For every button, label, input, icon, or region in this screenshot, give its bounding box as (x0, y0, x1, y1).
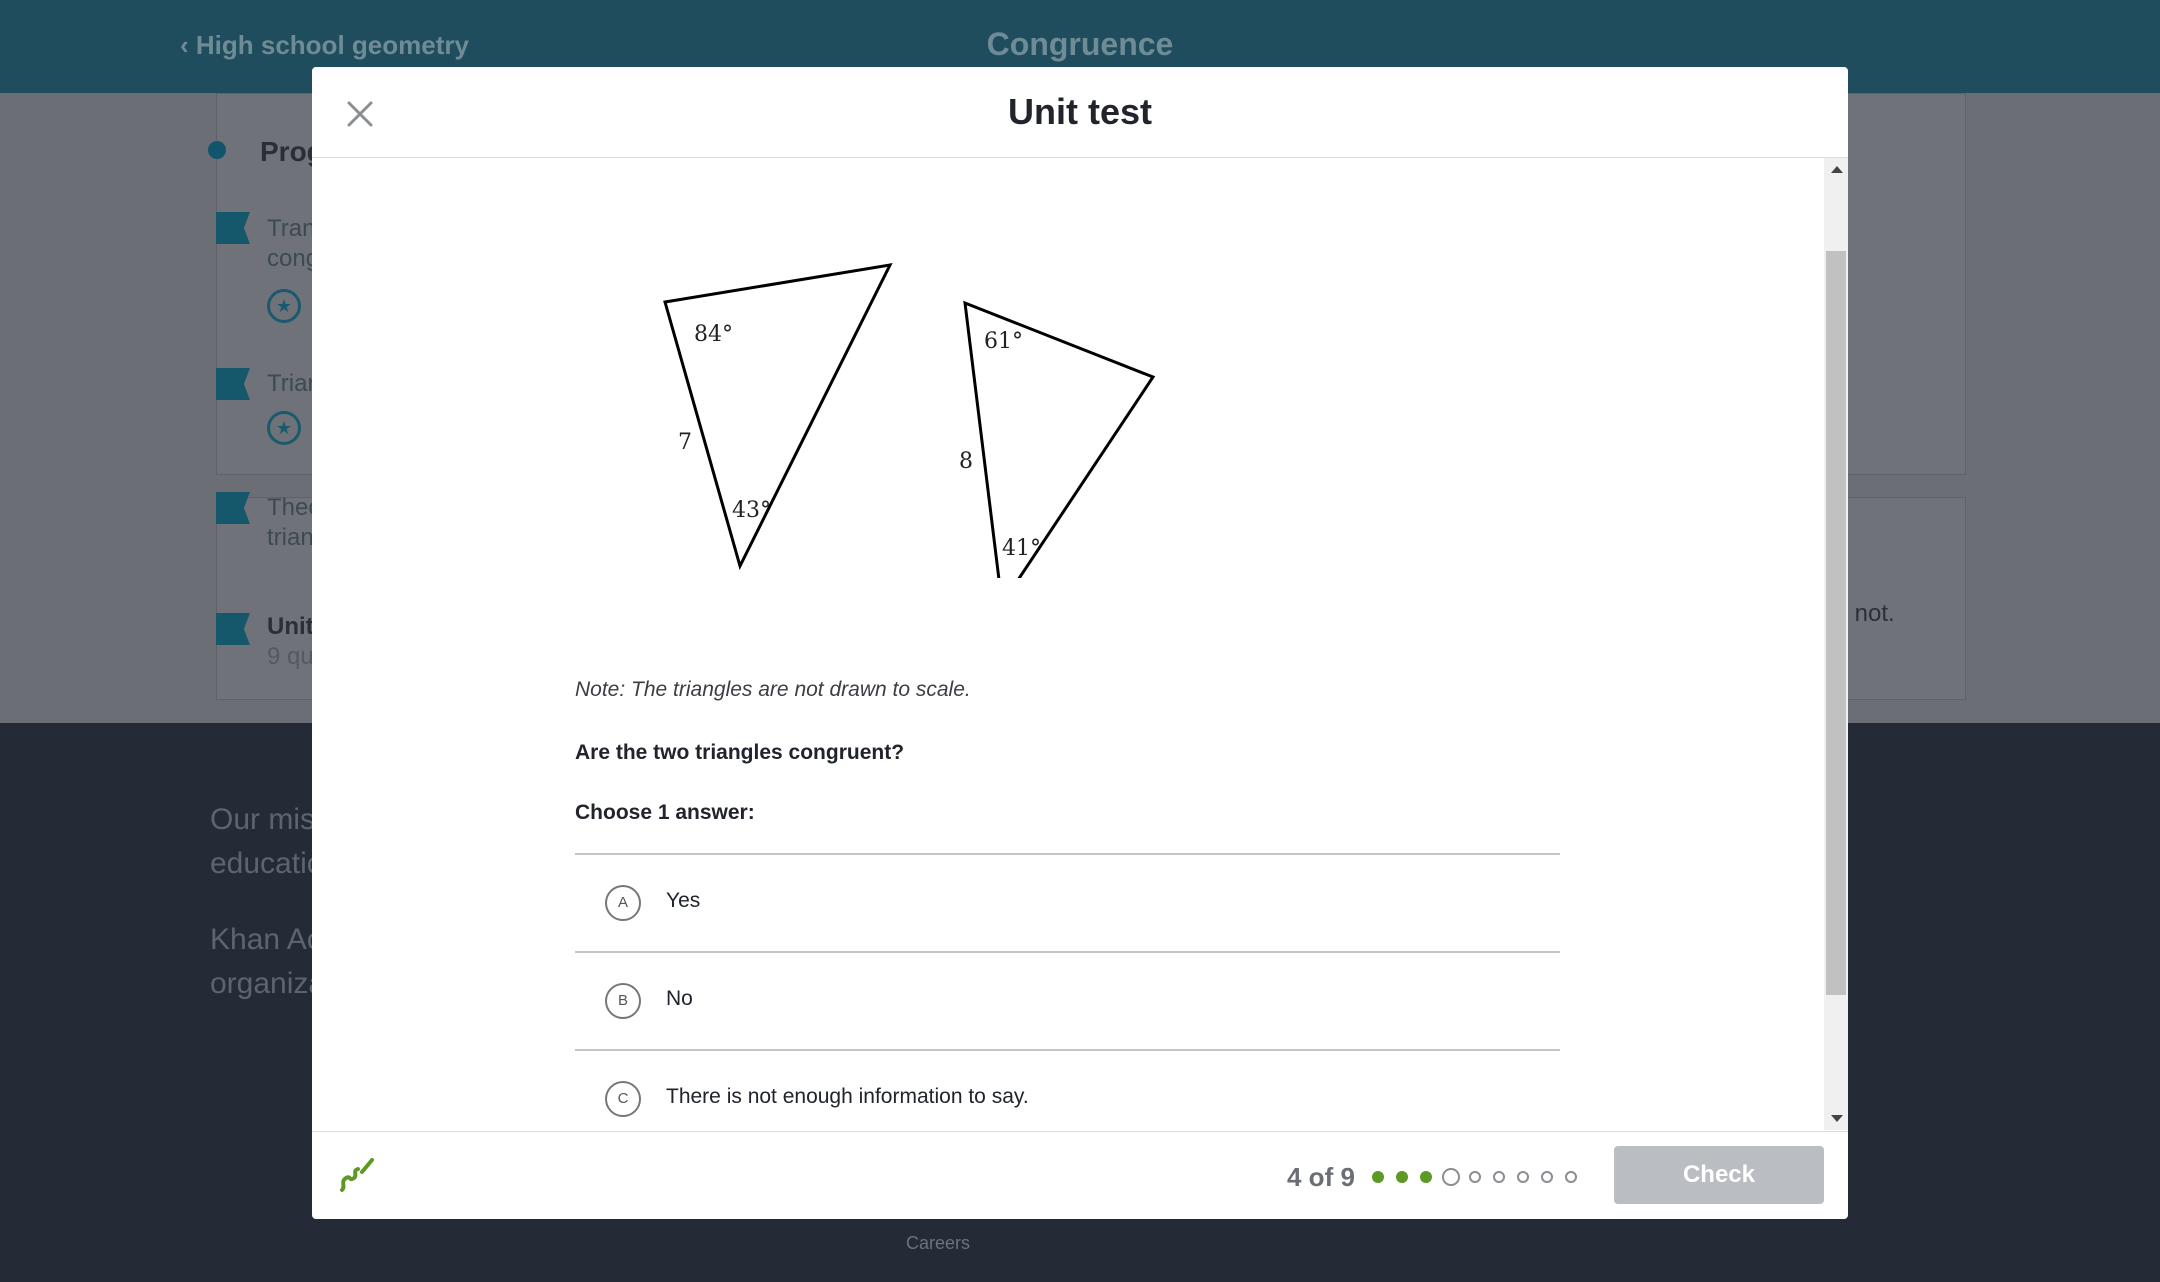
progress-dot-complete (1396, 1171, 1408, 1183)
triangle-2-angle-bottom: 41° (1002, 536, 1041, 561)
progress-dot-pending (1541, 1171, 1553, 1183)
choice-letter: C (605, 1081, 641, 1117)
unit-test-count: 9 qu (267, 643, 314, 670)
answer-choices: A Yes B No C There is not enough informa… (575, 853, 1560, 1130)
progress-dot-pending (1565, 1171, 1577, 1183)
unit-test-label: Unit (267, 613, 314, 640)
triangle-1 (663, 263, 893, 571)
check-button[interactable]: Check (1614, 1146, 1824, 1204)
progress-dot-pending (1517, 1171, 1529, 1183)
choice-b[interactable]: B No (575, 953, 1560, 1051)
question-text: Are the two triangles congruent? (575, 741, 905, 764)
progress-dot-current (1442, 1168, 1460, 1186)
choice-a[interactable]: A Yes (575, 855, 1560, 953)
triangle-1-angle-bottom: 43° (732, 498, 771, 523)
progress-dot-complete (1420, 1171, 1432, 1183)
question-progress: 4 of 9 (1287, 1162, 1355, 1192)
choice-text: Yes (666, 889, 701, 912)
progress-dot-pending (1493, 1171, 1505, 1183)
triangle-1-angle-top: 84° (694, 322, 733, 347)
triangles-figure: 84° 7 43° 61° 8 41° (663, 263, 1156, 578)
mission-line2: educatio (210, 847, 324, 880)
choice-c[interactable]: C There is not enough information to say… (575, 1051, 1560, 1130)
scroll-thumb[interactable] (1826, 251, 1846, 995)
star-badge-icon (267, 289, 301, 323)
mission-text: Our mis educatio (210, 798, 323, 886)
choice-letter: A (605, 885, 641, 921)
scroll-down-arrow-icon[interactable] (1831, 1115, 1843, 1122)
scrollbar[interactable] (1824, 158, 1848, 1130)
figure-note: Note: The triangles are not drawn to sca… (575, 678, 971, 701)
scroll-up-arrow-icon[interactable] (1831, 166, 1843, 173)
khan-line2: organiza (210, 967, 326, 1000)
choice-letter: B (605, 983, 641, 1019)
page-title: Congruence (986, 26, 1174, 62)
star-badge-icon (267, 411, 301, 445)
triangle-1-side: 7 (678, 430, 692, 455)
choice-text: No (666, 987, 693, 1010)
progress-dot-complete (1372, 1171, 1384, 1183)
modal-header: Unit test (312, 67, 1848, 158)
unit-test-title[interactable]: Unit 9 qu (267, 612, 314, 672)
question-area: 84° 7 43° 61° 8 41° Note: The triangles … (312, 158, 1824, 1130)
unit-test-modal: Unit test 84° 7 43° 61° 8 41° Note: The … (312, 67, 1848, 1219)
modal-footer: 4 of 9 Check (312, 1131, 1848, 1219)
scratchpad-pencil-icon[interactable] (336, 1156, 376, 1196)
triangle-2-angle-top: 61° (984, 329, 1023, 354)
triangle-2-side: 8 (959, 449, 973, 474)
answer-prompt: Choose 1 answer: (575, 801, 755, 824)
progress-dot (208, 141, 226, 159)
choice-text: There is not enough information to say. (666, 1085, 1029, 1108)
progress-dot-pending (1469, 1171, 1481, 1183)
khan-text: Khan Ac organiza (210, 918, 325, 1006)
modal-title: Unit test (1008, 91, 1152, 132)
careers-link[interactable]: Careers (906, 1233, 970, 1254)
khan-line1: Khan Ac (210, 923, 322, 956)
mission-line1: Our mis (210, 803, 315, 836)
description-fragment: r not. (1840, 600, 1895, 627)
